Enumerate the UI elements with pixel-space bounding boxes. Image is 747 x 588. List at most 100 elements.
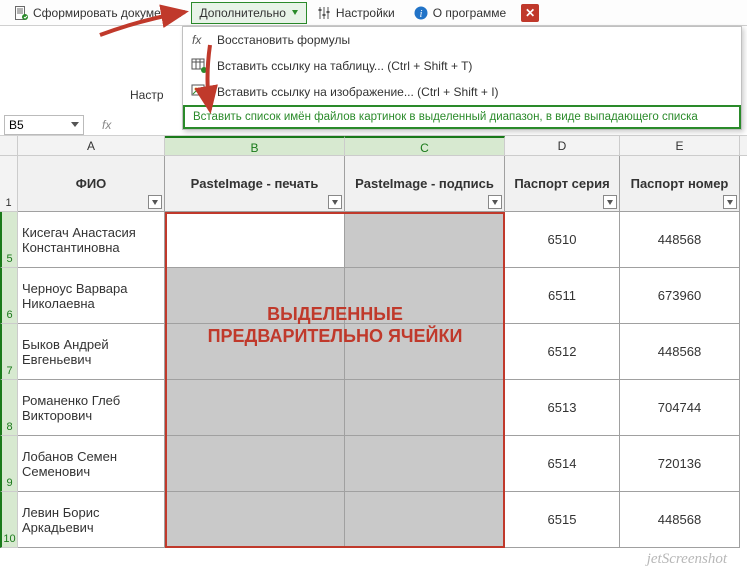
sliders-icon [316,5,332,21]
watermark: jetScreenshot [647,551,727,568]
hdr-pasteimage-print[interactable]: PasteImage - печать [165,156,345,212]
close-icon: ✕ [525,6,535,20]
menu-insert-filenames-list[interactable]: Вставить список имён файлов картинок в в… [183,105,741,129]
spreadsheet-grid: 1 ФИО PasteImage - печать PasteImage - п… [0,156,747,588]
cell-passport-number[interactable]: 673960 [620,268,740,324]
form-documents-button[interactable]: Сформировать документы [4,2,191,24]
cell-c[interactable] [345,380,505,436]
name-box[interactable]: B5 [4,115,84,135]
table-row: 5Кисегач Анастасия Константиновна 6510448… [0,212,747,268]
hdr-fio-label: ФИО [76,176,107,191]
menu-insert-image-link-label: Вставить ссылку на изображение... (Ctrl … [217,85,499,99]
select-all-corner[interactable] [0,136,18,155]
row-number[interactable]: 10 [0,492,18,548]
menu-insert-filenames-list-label: Вставить список имён файлов картинок в в… [193,111,698,123]
dropdown-caret-icon [292,10,298,15]
form-documents-label: Сформировать документы [33,6,182,20]
menu-restore-formulas[interactable]: fx Восстановить формулы [183,27,741,53]
menu-insert-table-link-label: Вставить ссылку на таблицу... (Ctrl + Sh… [217,59,472,73]
image-link-icon [191,83,209,101]
table-row: 9Лобанов Семен Семенович 6514720136 [0,436,747,492]
cell-fio[interactable]: Лобанов Семен Семенович [18,436,165,492]
row-number[interactable]: 6 [0,268,18,324]
fx-icon: fx [191,31,209,49]
table-row: 10Левин Борис Аркадьевич 6515448568 [0,492,747,548]
cell-c[interactable] [345,324,505,380]
filter-icon[interactable] [488,195,502,209]
column-headers: A B C D E [0,136,747,156]
cell-fio[interactable]: Кисегач Анастасия Константиновна [18,212,165,268]
table-row: 8Романенко Глеб Викторович 6513704744 [0,380,747,436]
cell-c[interactable] [345,268,505,324]
cell-passport-series[interactable]: 6510 [505,212,620,268]
additional-label: Дополнительно [200,6,286,20]
hdr-fio[interactable]: ФИО [18,156,165,212]
settings-button[interactable]: Настройки [307,2,404,24]
svg-text:fx: fx [192,33,202,47]
table-header-row: 1 ФИО PasteImage - печать PasteImage - п… [0,156,747,212]
cell-passport-number[interactable]: 448568 [620,212,740,268]
row-number[interactable]: 7 [0,324,18,380]
about-button[interactable]: i О программе [404,2,515,24]
cell-fio[interactable]: Романенко Глеб Викторович [18,380,165,436]
cell-b[interactable] [165,380,345,436]
row-number-1[interactable]: 1 [0,156,18,212]
settings-text: Настр [130,88,164,102]
cell-fio[interactable]: Быков Андрей Евгеньевич [18,324,165,380]
menu-restore-formulas-label: Восстановить формулы [217,33,350,47]
cell-passport-series[interactable]: 6515 [505,492,620,548]
cell-c[interactable] [345,436,505,492]
cell-b[interactable] [165,324,345,380]
fx-label-icon[interactable]: fx [102,118,111,132]
hdr-c-label: PasteImage - подпись [355,176,494,191]
col-header-B[interactable]: B [165,136,345,155]
cell-passport-series[interactable]: 6512 [505,324,620,380]
document-icon [13,5,29,21]
cell-c[interactable] [345,492,505,548]
settings-label: Настройки [336,6,395,20]
cell-passport-number[interactable]: 704744 [620,380,740,436]
hdr-d-label: Паспорт серия [514,176,609,191]
cell-passport-series[interactable]: 6514 [505,436,620,492]
row-number[interactable]: 9 [0,436,18,492]
filter-icon[interactable] [148,195,162,209]
cell-passport-series[interactable]: 6513 [505,380,620,436]
cell-passport-number[interactable]: 448568 [620,492,740,548]
filter-icon[interactable] [328,195,342,209]
cell-passport-series[interactable]: 6511 [505,268,620,324]
cell-passport-number[interactable]: 720136 [620,436,740,492]
about-label: О программе [433,6,506,20]
row-number[interactable]: 8 [0,380,18,436]
close-button[interactable]: ✕ [521,4,539,22]
menu-insert-image-link[interactable]: Вставить ссылку на изображение... (Ctrl … [183,79,741,105]
hdr-pasteimage-sign[interactable]: PasteImage - подпись [345,156,505,212]
info-icon: i [413,5,429,21]
additional-button[interactable]: Дополнительно [191,2,307,24]
hdr-passport-number[interactable]: Паспорт номер [620,156,740,212]
hdr-e-label: Паспорт номер [631,176,729,191]
menu-insert-table-link[interactable]: Вставить ссылку на таблицу... (Ctrl + Sh… [183,53,741,79]
col-header-E[interactable]: E [620,136,740,155]
table-row: 6Черноус Варвара Николаевна 6511673960 [0,268,747,324]
col-header-C[interactable]: C [345,136,505,155]
cell-b[interactable] [165,268,345,324]
cell-fio[interactable]: Левин Борис Аркадьевич [18,492,165,548]
table-link-icon [191,57,209,75]
svg-text:i: i [419,9,422,20]
filter-icon[interactable] [603,195,617,209]
cell-b[interactable] [165,212,345,268]
cell-c[interactable] [345,212,505,268]
col-header-D[interactable]: D [505,136,620,155]
hdr-passport-series[interactable]: Паспорт серия [505,156,620,212]
namebox-caret-icon [71,122,79,127]
cell-b[interactable] [165,436,345,492]
ribbon-toolbar: Сформировать документы Дополнительно Нас… [0,0,747,26]
cell-passport-number[interactable]: 448568 [620,324,740,380]
filter-icon[interactable] [723,195,737,209]
row-number[interactable]: 5 [0,212,18,268]
cell-fio[interactable]: Черноус Варвара Николаевна [18,268,165,324]
additional-dropdown: fx Восстановить формулы Вставить ссылку … [182,26,742,130]
col-header-A[interactable]: A [18,136,165,155]
name-box-value: B5 [9,118,24,132]
cell-b[interactable] [165,492,345,548]
